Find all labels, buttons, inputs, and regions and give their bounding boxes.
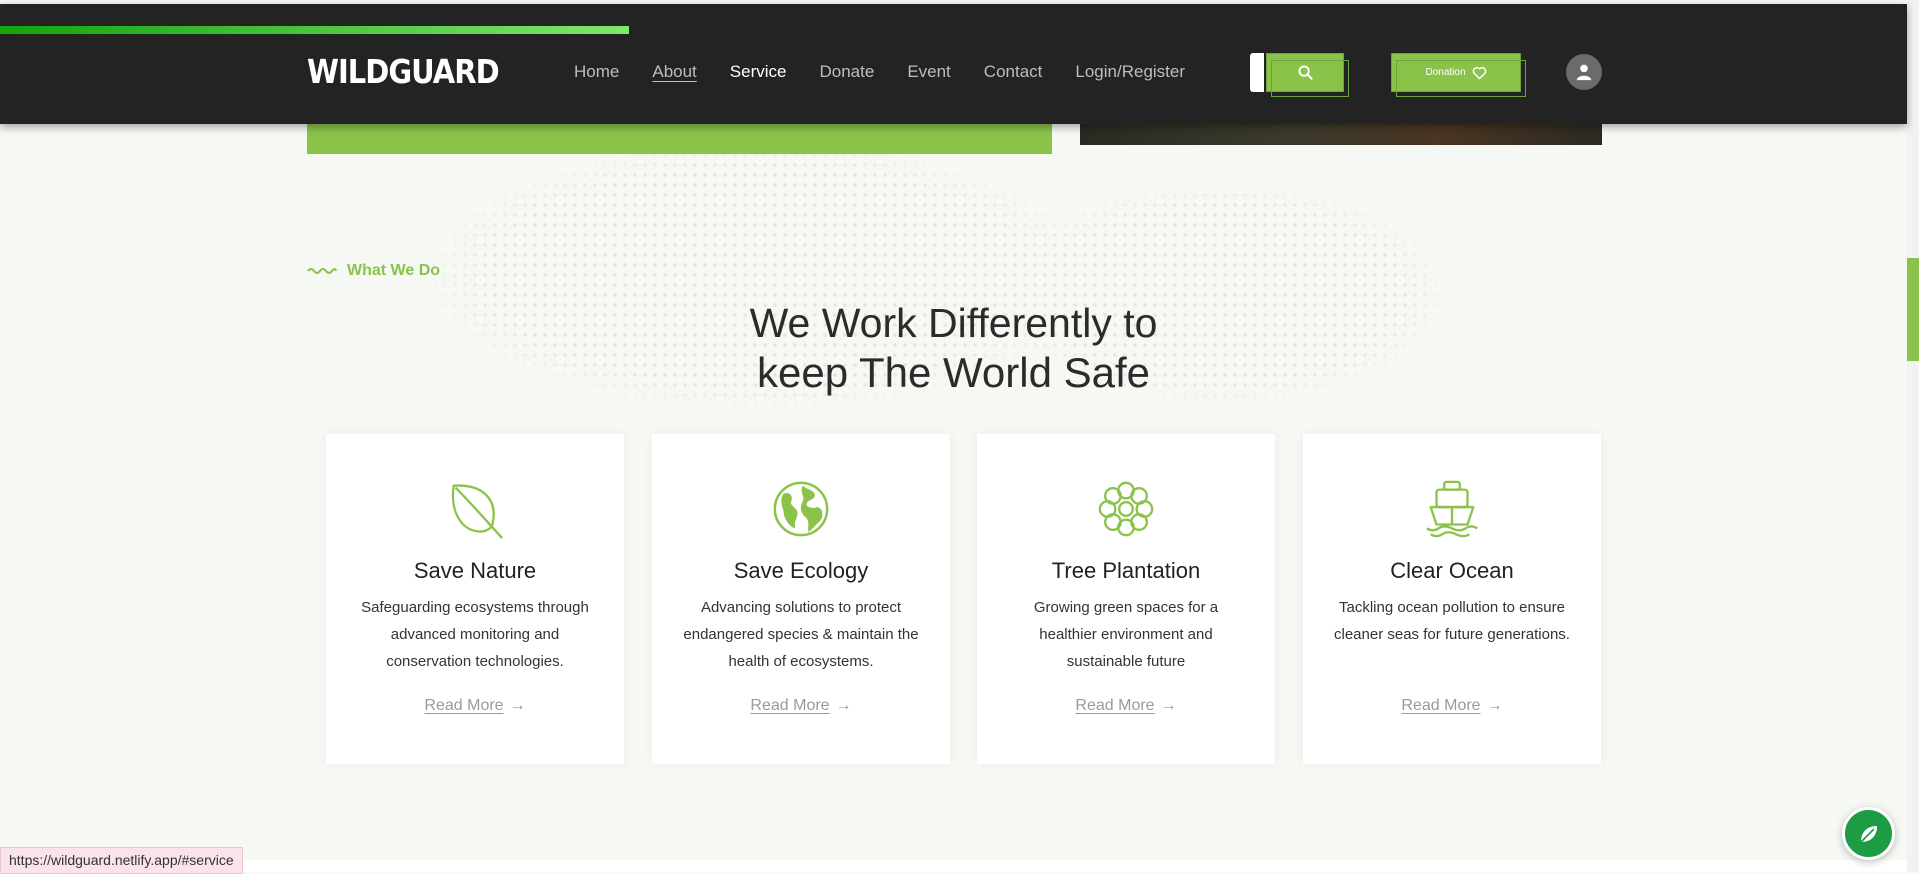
- arrow-right-icon: →: [835, 697, 852, 714]
- user-avatar-button[interactable]: [1566, 54, 1602, 90]
- nav-about[interactable]: About: [652, 62, 696, 82]
- card-text: Growing green spaces for a healthier env…: [1033, 599, 1219, 670]
- heart-icon: [1472, 66, 1486, 79]
- search-input[interactable]: [1250, 53, 1264, 92]
- browser-status-url: https://wildguard.netlify.app/#service: [0, 847, 243, 874]
- donation-label: Donation: [1425, 67, 1466, 78]
- user-icon: [1576, 64, 1592, 81]
- read-more-link[interactable]: Read More →: [1303, 697, 1601, 715]
- section-headline-line2: keep The World Safe: [756, 349, 1150, 396]
- card-text: Advancing solutions to protect endangere…: [683, 599, 919, 670]
- card-title: Clear Ocean: [1390, 558, 1514, 583]
- arrow-right-icon: →: [1160, 697, 1177, 714]
- leaf-icon: [1859, 825, 1877, 843]
- floating-action-button[interactable]: [1842, 807, 1895, 860]
- card-title: Save Nature: [413, 558, 537, 583]
- flower-icon: [1098, 481, 1154, 537]
- card-title: Save Ecology: [733, 558, 869, 583]
- section-divider: [0, 860, 1907, 872]
- scrollbar-track[interactable]: [1907, 0, 1919, 872]
- read-more-link[interactable]: Read More →: [326, 697, 624, 715]
- globe-icon: [773, 481, 829, 537]
- nav-login-register[interactable]: Login/Register: [1075, 62, 1185, 82]
- section-headline-line1: We Work Differently to: [749, 300, 1158, 346]
- nav-event[interactable]: Event: [907, 62, 950, 82]
- hero-green-bar: [307, 120, 1052, 154]
- read-more-link[interactable]: Read More →: [977, 697, 1275, 715]
- site-logo[interactable]: WILDGUARD: [307, 52, 500, 91]
- eyebrow-label: What We Do: [347, 262, 441, 279]
- nav-service[interactable]: Service: [730, 62, 787, 82]
- donation-button[interactable]: Donation: [1391, 53, 1526, 97]
- leaf-icon: [451, 484, 503, 539]
- ship-icon: [1426, 480, 1478, 538]
- main-nav: Home About Service Donate Event Contact …: [574, 62, 1218, 82]
- card-title: Tree Plantation: [1051, 558, 1201, 583]
- card-text: Tackling ocean pollution to ensure clean…: [1334, 599, 1570, 643]
- service-card-save-nature: Save Nature Safeguarding ecosystems thro…: [326, 434, 624, 764]
- site-header: WILDGUARD Home About Service Donate Even…: [0, 4, 1907, 124]
- service-card-save-ecology: Save Ecology Advancing solutions to prot…: [652, 434, 950, 764]
- service-card-tree-plantation: Tree Plantation Growing green spaces for…: [977, 434, 1275, 764]
- arrow-right-icon: →: [509, 697, 526, 714]
- read-more-link[interactable]: Read More →: [652, 697, 950, 715]
- search-button[interactable]: [1266, 53, 1349, 97]
- wave-icon: [307, 268, 337, 274]
- nav-home[interactable]: Home: [574, 62, 619, 82]
- arrow-right-icon: →: [1486, 697, 1503, 714]
- scrollbar-thumb[interactable]: [1907, 258, 1919, 361]
- card-text: Safeguarding ecosystems through advanced…: [361, 599, 589, 670]
- search-icon: [1297, 65, 1313, 80]
- nav-donate[interactable]: Donate: [819, 62, 874, 82]
- nav-contact[interactable]: Contact: [984, 62, 1043, 82]
- scroll-progress-bar: [0, 26, 630, 34]
- section-eyebrow: What We Do: [307, 262, 440, 280]
- service-card-clear-ocean: Clear Ocean Tackling ocean pollution to …: [1303, 434, 1601, 764]
